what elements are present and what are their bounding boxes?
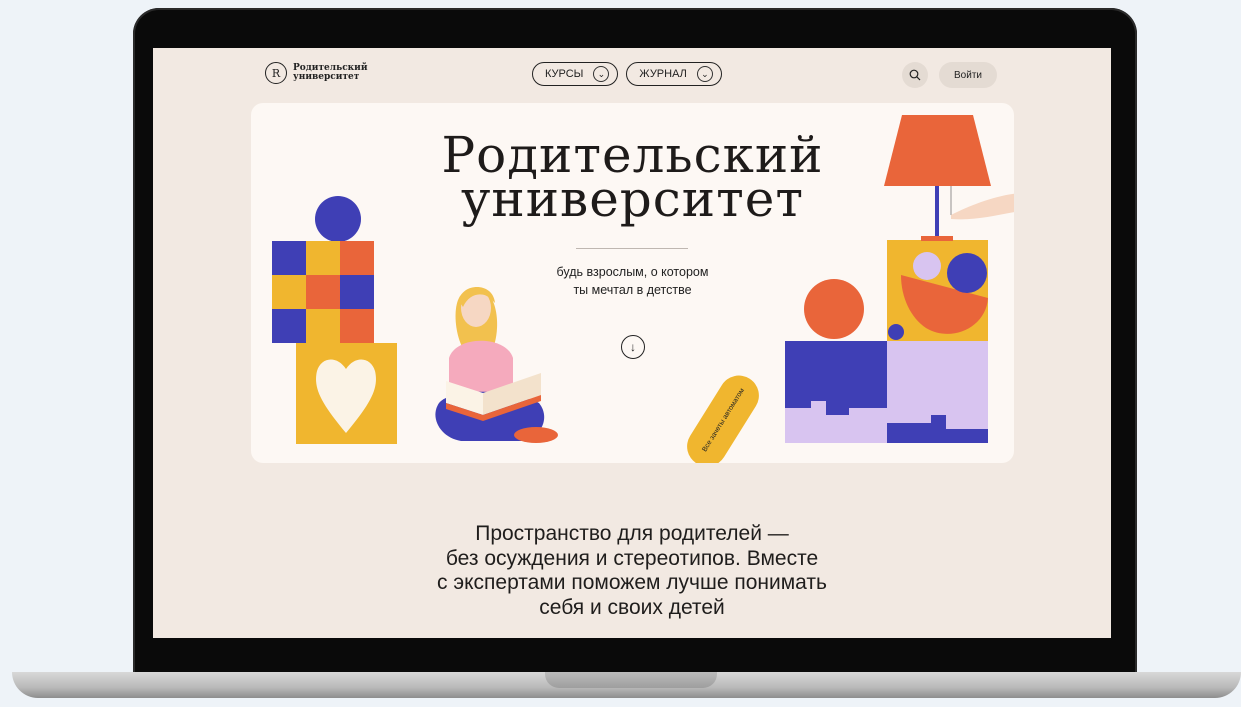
chevron-down-icon: ⌄ [696,66,713,82]
hero-title: Родительский университет [251,130,1014,228]
chevron-down-icon: ⌄ [593,66,610,82]
girl-reading-figure [435,287,558,443]
tagline-line3: с экспертами поможем лучше понимать [437,571,827,594]
nav-courses-dropdown[interactable]: КУРСЫ ⌄ [532,62,619,86]
arrow-down-icon: ↓ [630,340,636,354]
tagline-line1: Пространство для родителей — [475,522,789,545]
logo-text-line2: университет [293,72,360,82]
hero-title-line2: университет [460,170,805,228]
hero-subtitle-line2: ты мечтал в детстве [573,283,692,297]
logo-text: Родительский университет [293,64,368,82]
search-icon [909,69,921,81]
scroll-down-button[interactable]: ↓ [621,335,645,359]
main-nav: КУРСЫ ⌄ ЖУРНАЛ ⌄ [532,62,722,86]
website-screen: R Родительский университет КУРСЫ ⌄ ЖУРНА… [153,48,1111,638]
tagline: Пространство для родителей — без осужден… [153,522,1111,620]
site-logo[interactable]: R Родительский университет [265,62,368,84]
hero-subtitle-line1: будь взрослым, о котором [556,265,709,279]
hero-divider [576,248,688,249]
search-button[interactable] [902,62,928,88]
hero-card: Все зачеты автоматом Родительский универ… [251,103,1014,463]
hero-subtitle: будь взрослым, о котором ты мечтал в дет… [251,263,1014,299]
logo-mark-icon: R [265,62,287,84]
login-button[interactable]: Войти [939,62,997,88]
tagline-line2: без осуждения и стереотипов. Вместе [445,546,819,570]
nav-courses-label: КУРСЫ [545,68,584,80]
nav-journal-label: ЖУРНАЛ [639,68,687,80]
laptop-notch [545,672,717,688]
tagline-line4: себя и своих детей [539,595,725,619]
nav-journal-dropdown[interactable]: ЖУРНАЛ ⌄ [626,62,722,86]
